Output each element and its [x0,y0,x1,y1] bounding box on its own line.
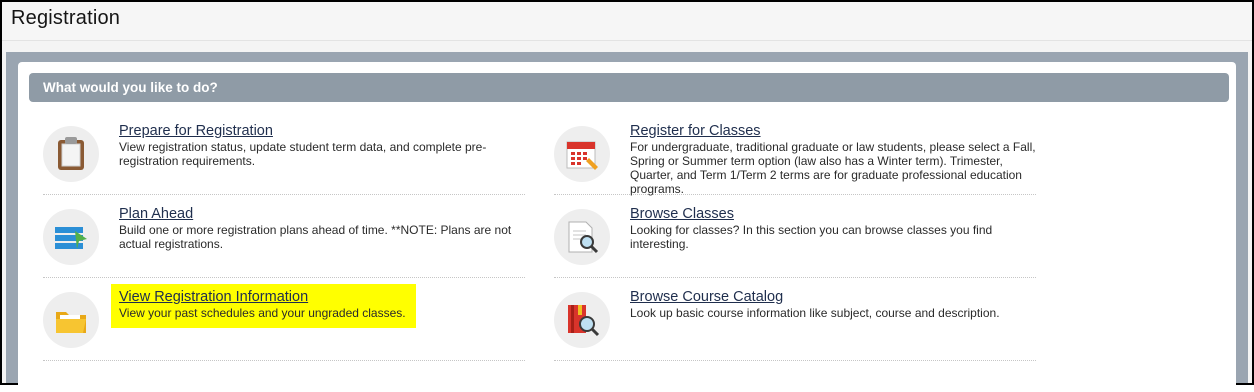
plan-ahead-link[interactable]: Plan Ahead [119,206,193,222]
page-title: Registration [11,7,121,29]
view-registration-info-item: View Registration Information View your … [43,284,525,361]
prepare-registration-desc: View registration status, update student… [119,140,487,168]
catalog-search-icon [554,292,610,348]
plan-ahead-desc: Build one or more registration plans ahe… [119,223,512,251]
prepare-registration-item: Prepare for Registration View registrati… [43,122,525,195]
clipboard-icon [43,126,99,182]
page-header: Registration [2,2,1252,41]
view-registration-info-desc: View your past schedules and your ungrad… [119,306,406,320]
register-classes-desc: For undergraduate, traditional graduate … [630,140,1036,196]
registration-panel: What would you like to do? Prepare for R… [6,52,1248,392]
prepare-registration-link[interactable]: Prepare for Registration [119,123,273,139]
browse-classes-item: Browse Classes Looking for classes? In t… [554,205,1036,278]
plan-list-icon [43,209,99,265]
browser-frame: Registration What would you like to do? … [0,0,1254,392]
section-header: What would you like to do? [29,73,1229,102]
browse-catalog-link[interactable]: Browse Course Catalog [630,289,783,305]
calendar-icon [554,126,610,182]
registration-content: What would you like to do? Prepare for R… [18,62,1236,392]
browse-catalog-item: Browse Course Catalog Look up basic cour… [554,288,1036,361]
plan-ahead-item: Plan Ahead Build one or more registratio… [43,205,525,278]
browse-classes-link[interactable]: Browse Classes [630,206,734,222]
browse-catalog-desc: Look up basic course information like su… [630,306,1000,320]
document-search-icon [554,209,610,265]
browse-classes-desc: Looking for classes? In this section you… [630,223,993,251]
section-title: What would you like to do? [43,80,218,95]
view-registration-info-link[interactable]: View Registration Information [119,289,308,305]
register-classes-link[interactable]: Register for Classes [630,123,761,139]
folder-icon [43,292,99,348]
register-classes-item: Register for Classes For undergraduate, … [554,122,1036,196]
